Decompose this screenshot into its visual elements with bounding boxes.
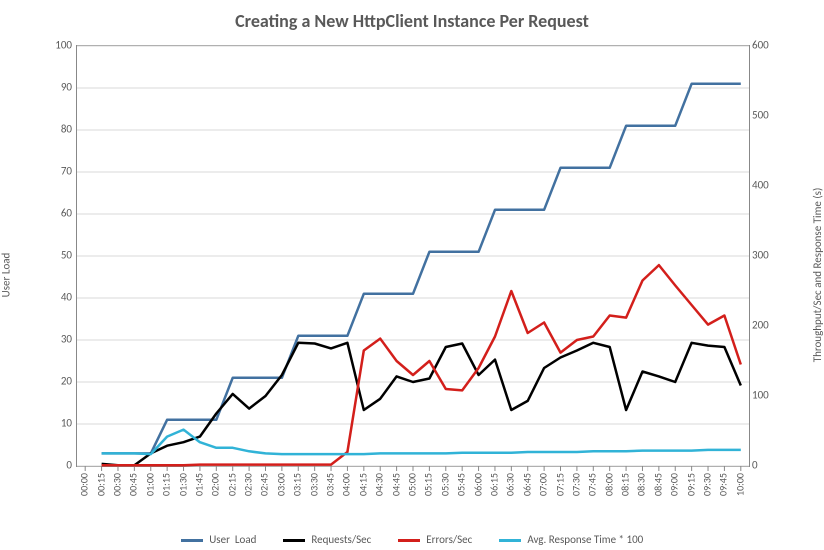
x-tick-label: 08:30 <box>635 473 648 496</box>
y-tick-right: 200 <box>752 319 769 332</box>
y-tick-left: 100 <box>55 39 72 52</box>
legend-label: Avg. Response Time * 100 <box>527 533 643 546</box>
legend-swatch-errors <box>398 539 420 542</box>
x-tick-label: 04:30 <box>373 473 386 496</box>
x-tick-label: 08:00 <box>602 473 615 496</box>
x-tick-label: 02:15 <box>225 473 238 496</box>
y-tick-right: 500 <box>752 109 769 122</box>
y-tick-left: 40 <box>61 291 72 304</box>
x-tick-label: 07:45 <box>586 473 599 496</box>
x-tick-label: 03:15 <box>291 473 304 496</box>
series-line <box>102 343 741 466</box>
legend-label: Errors/Sec <box>426 533 472 546</box>
legend-item-requests: Requests/Sec <box>283 533 371 546</box>
y-tick-right: 400 <box>752 179 769 192</box>
x-tick-label: 05:15 <box>422 473 435 496</box>
plot-area <box>76 45 750 467</box>
y-tick-left: 20 <box>61 375 72 388</box>
y-tick-left: 80 <box>61 123 72 136</box>
x-tick-label: 02:45 <box>258 473 271 496</box>
x-tick-label: 04:45 <box>389 473 402 496</box>
x-tick-label: 09:15 <box>684 473 697 496</box>
chart-title: Creating a New HttpClient Instance Per R… <box>0 10 824 32</box>
y-tick-left: 10 <box>61 417 72 430</box>
x-tick-label: 04:15 <box>356 473 369 496</box>
series-line <box>102 84 741 454</box>
x-tick-label: 05:45 <box>455 473 468 496</box>
plot-svg <box>77 46 749 466</box>
x-tick-label: 09:00 <box>668 473 681 496</box>
x-tick-label: 01:30 <box>176 473 189 496</box>
x-tick-label: 04:00 <box>340 473 353 496</box>
x-tick-label: 01:45 <box>192 473 205 496</box>
x-tick-label: 05:00 <box>406 473 419 496</box>
x-tick-label: 03:00 <box>274 473 287 496</box>
x-tick-label: 07:30 <box>569 473 582 496</box>
x-tick-label: 08:45 <box>651 473 664 496</box>
legend-item-user-load: User Load <box>181 533 257 546</box>
y-tick-right: 100 <box>752 389 769 402</box>
x-tick-label: 07:15 <box>553 473 566 496</box>
series-line <box>102 430 741 455</box>
x-tick-label: 05:30 <box>438 473 451 496</box>
series-line <box>102 265 741 465</box>
x-tick-label: 07:00 <box>537 473 550 496</box>
y-tick-right: 300 <box>752 249 769 262</box>
legend-swatch-user-load <box>181 539 203 542</box>
y-tick-left: 0 <box>66 459 72 472</box>
x-tick-label: 06:30 <box>504 473 517 496</box>
legend-swatch-requests <box>283 539 305 542</box>
x-tick-label: 02:00 <box>209 473 222 496</box>
y-tick-left: 90 <box>61 81 72 94</box>
x-tick-label: 06:00 <box>471 473 484 496</box>
y-axis-right-label: Throughput/Sec and Response Time (s) <box>812 188 824 363</box>
x-tick-label: 09:45 <box>717 473 730 496</box>
x-tick-label: 00:00 <box>78 473 91 496</box>
x-tick-label: 09:30 <box>701 473 714 496</box>
legend-item-response-time: Avg. Response Time * 100 <box>499 533 643 546</box>
legend: User Load Requests/Sec Errors/Sec Avg. R… <box>0 533 824 546</box>
y-tick-left: 50 <box>61 249 72 262</box>
y-tick-right: 0 <box>752 459 758 472</box>
x-tick-label: 00:45 <box>127 473 140 496</box>
x-tick-label: 08:15 <box>619 473 632 496</box>
y-axis-left-label: User Load <box>0 253 13 298</box>
x-tick-label: 03:30 <box>307 473 320 496</box>
x-tick-label: 02:30 <box>242 473 255 496</box>
x-tick-label: 00:15 <box>94 473 107 496</box>
x-tick-label: 00:30 <box>110 473 123 496</box>
y-tick-left: 70 <box>61 165 72 178</box>
legend-item-errors: Errors/Sec <box>398 533 473 546</box>
x-tick-label: 10:00 <box>733 473 746 496</box>
y-tick-left: 60 <box>61 207 72 220</box>
legend-label: Requests/Sec <box>311 533 371 546</box>
x-tick-label: 06:15 <box>487 473 500 496</box>
x-tick-label: 01:15 <box>160 473 173 496</box>
x-tick-label: 01:00 <box>143 473 156 496</box>
chart-container: Creating a New HttpClient Instance Per R… <box>0 0 824 550</box>
legend-swatch-response-time <box>499 539 521 542</box>
y-tick-left: 30 <box>61 333 72 346</box>
x-tick-label: 06:45 <box>520 473 533 496</box>
y-tick-right: 600 <box>752 39 769 52</box>
legend-label: User Load <box>209 533 256 546</box>
x-tick-label: 03:45 <box>324 473 337 496</box>
